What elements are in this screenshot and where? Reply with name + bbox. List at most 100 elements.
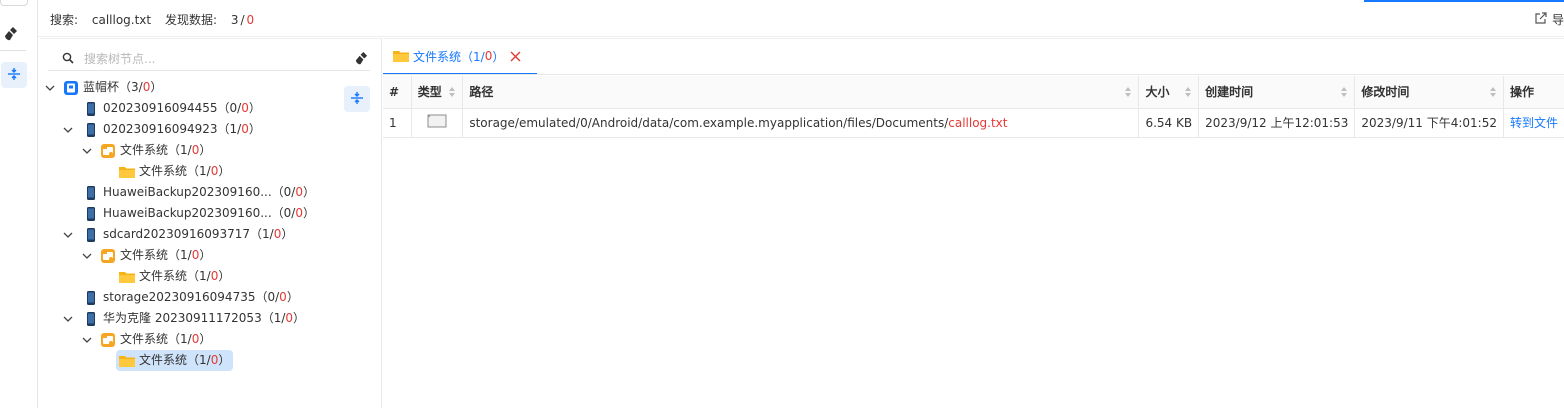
tree-node-device[interactable]: storage20230916094735 （0/0） <box>83 287 299 308</box>
folder-icon <box>393 48 409 64</box>
tree-node-count-close: ） <box>281 227 294 241</box>
tree-node-count-close: ） <box>302 185 315 199</box>
export-label: 导 <box>1551 13 1564 27</box>
header-label: 大小 <box>1145 85 1170 100</box>
search-icon <box>62 52 74 67</box>
found-count: 3 <box>230 13 239 27</box>
tree-node-device[interactable]: 华为克隆 20230911172053 （1/0） <box>83 308 305 329</box>
filesystem-icon <box>100 248 116 264</box>
tree-node-count: （0/ <box>255 290 280 304</box>
tree-node-device[interactable]: 020230916094923 （1/0） <box>83 119 261 140</box>
collapse-all-button[interactable] <box>1 62 27 88</box>
tree-search-input[interactable] <box>84 50 334 68</box>
col-modified-header[interactable]: 修改时间 <box>1354 76 1504 109</box>
tree-node-red-count: 0 <box>210 353 219 367</box>
tree-node-folder[interactable]: 文件系统 （1/0） <box>119 266 230 287</box>
expand-chevron-icon[interactable] <box>61 228 75 242</box>
tree-node-label: storage20230916094735 <box>103 290 256 304</box>
export-button[interactable]: 导 <box>1534 11 1564 28</box>
tree-node-red-count: 0 <box>295 185 303 199</box>
tree-node-label: 文件系统 <box>139 164 188 178</box>
tree-node-folder-selected[interactable]: 文件系统 （1/0） <box>116 350 234 371</box>
col-path-header[interactable]: 路径 <box>462 76 1140 109</box>
goto-file-link[interactable]: 转到文件 <box>1510 116 1558 130</box>
tree-node-device[interactable]: sdcard20230916093717 （1/0） <box>83 224 293 245</box>
cell-path: storage/emulated/0/Android/data/com.exam… <box>462 108 1140 138</box>
tree-node-red-count: 0 <box>295 206 303 220</box>
tree-node-label: 文件系统 <box>120 248 169 262</box>
close-tab-icon[interactable] <box>510 51 521 62</box>
tab-count-close: ） <box>492 49 505 64</box>
file-icon <box>426 113 448 129</box>
tree-node-filesystem[interactable]: 文件系统 （1/0） <box>100 245 211 266</box>
phone-icon <box>83 206 99 222</box>
toolbar-separator <box>0 50 26 51</box>
results-table: # 类型 路径 大小 创建时间 修改时间 操作 1 storage/emulat… <box>383 76 1564 138</box>
tree-node-count: （0/ <box>271 206 296 220</box>
expand-chevron-icon[interactable] <box>80 333 94 347</box>
tree-node-label: HuaweiBackup202309160... <box>103 206 272 220</box>
header-label: # <box>389 84 400 99</box>
folder-icon <box>119 164 135 180</box>
tree-node-red-count: 0 <box>210 164 219 178</box>
expand-chevron-icon[interactable] <box>80 249 94 263</box>
sort-icon[interactable] <box>448 86 456 98</box>
cell-index: 1 <box>383 108 412 138</box>
tree-node-count-close: ） <box>199 248 212 262</box>
top-accent-bar <box>1364 0 1564 2</box>
folder-icon <box>119 353 135 369</box>
header-label: 操作 <box>1509 85 1534 100</box>
tree-node-device[interactable]: HuaweiBackup202309160... （0/0） <box>83 182 315 203</box>
tab-filesystem[interactable]: 文件系统 （1/0） <box>383 39 537 75</box>
content-panel: 文件系统 （1/0） # 类型 路径 大小 创建时间 修改时间 操作 1 sto… <box>383 38 1564 408</box>
tree-node-red-count: 0 <box>142 80 151 94</box>
tree-node-count: （1/ <box>168 248 192 262</box>
tree-node-filesystem[interactable]: 文件系统 （1/0） <box>100 329 211 350</box>
tree-collapse-button[interactable] <box>344 86 370 112</box>
tree-node-red-count: 0 <box>273 227 282 241</box>
tree-node-count: （1/ <box>187 353 211 367</box>
tree-node-count-close: ） <box>248 122 261 136</box>
expand-chevron-icon[interactable] <box>61 123 75 137</box>
found-red-count: 0 <box>246 13 255 27</box>
phone-icon <box>83 185 99 201</box>
tree-node-label: 020230916094455 <box>103 101 218 115</box>
sort-icon[interactable] <box>1489 86 1497 98</box>
tree-node-count: （3/ <box>119 80 143 94</box>
col-size-header[interactable]: 大小 <box>1138 76 1200 109</box>
tree-node-count-close: ） <box>218 353 231 367</box>
sort-icon[interactable] <box>1340 86 1348 98</box>
header-label: 类型 <box>417 85 442 100</box>
tree-node-filesystem[interactable]: 文件系统 （1/0） <box>100 140 211 161</box>
tree-node-case[interactable]: 蓝帽杯 （3/0） <box>63 77 162 98</box>
expand-chevron-icon[interactable] <box>61 312 75 326</box>
tree-node-red-count: 0 <box>210 269 219 283</box>
col-type-header[interactable]: 类型 <box>411 76 464 109</box>
tree-node-count-close: ） <box>199 332 212 346</box>
header-label: 修改时间 <box>1361 85 1410 100</box>
tree-node-device[interactable]: HuaweiBackup202309160... （0/0） <box>83 203 315 224</box>
sort-icon[interactable] <box>1124 86 1132 98</box>
expand-chevron-icon[interactable] <box>80 144 94 158</box>
tree-node-count: （1/ <box>168 143 192 157</box>
tree-node-red-count: 0 <box>285 311 294 325</box>
tab-count: （1/ <box>461 49 485 64</box>
cell-created: 2023/9/12 上午12:01:53 <box>1198 108 1356 138</box>
col-created-header[interactable]: 创建时间 <box>1198 76 1356 109</box>
collapse-icon <box>350 91 364 108</box>
expand-chevron-icon[interactable] <box>43 81 57 95</box>
tree-clear-brush-icon[interactable] <box>354 51 369 69</box>
table-row[interactable]: 1 storage/emulated/0/Android/data/com.ex… <box>383 108 1564 138</box>
search-keyword: calllog.txt <box>91 13 152 27</box>
found-label: 发现数据: <box>164 13 217 27</box>
tree-node-label: 文件系统 <box>139 353 188 367</box>
tree-node-device[interactable]: 020230916094455 （0/0） <box>83 98 261 119</box>
tree-node-count: （0/ <box>271 185 296 199</box>
tree-node-label: 蓝帽杯 <box>83 80 120 94</box>
tree-node-count: （1/ <box>187 269 211 283</box>
cell-size: 6.54 KB <box>1138 108 1200 138</box>
tree-node-folder[interactable]: 文件系统 （1/0） <box>119 161 230 182</box>
clear-brush-icon[interactable] <box>3 26 19 45</box>
search-result-bar: 搜索: calllog.txt 发现数据: 3/0 导 <box>38 0 1564 37</box>
sort-icon[interactable] <box>1184 86 1192 98</box>
